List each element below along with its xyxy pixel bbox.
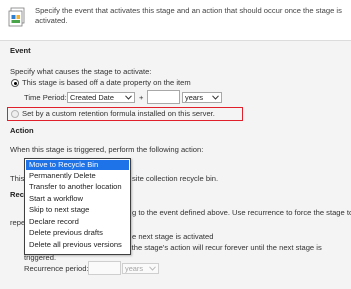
- event-prompt: Specify what causes the stage to activat…: [10, 67, 152, 76]
- plus-sign: +: [139, 93, 144, 102]
- chevron-down-icon: [212, 95, 219, 100]
- recurrence-section-title: Rec: [10, 190, 24, 199]
- date-property-label: This stage is based off a date property …: [22, 78, 191, 87]
- retention-stage-dialog: Specify the event that activates this st…: [0, 0, 351, 289]
- action-prompt: When this stage is triggered, perform th…: [10, 145, 204, 154]
- recurrence-description-cont: repe: [10, 218, 26, 227]
- date-property-radio[interactable]: [11, 79, 19, 87]
- action-section-title: Action: [10, 126, 34, 135]
- custom-formula-label: Set by a custom retention formula instal…: [22, 109, 215, 118]
- action-option[interactable]: Start a workflow: [26, 194, 129, 204]
- recurrence-unit-value: years: [125, 264, 144, 273]
- action-description-start: This: [10, 174, 25, 183]
- recurrence-unit-select[interactable]: years: [122, 263, 159, 274]
- retention-stage-icon: [8, 7, 25, 27]
- action-option[interactable]: Permanently Delete: [26, 171, 129, 181]
- time-period-value: Created Date: [70, 93, 114, 102]
- offset-input[interactable]: [147, 90, 180, 104]
- event-section-title: Event: [10, 46, 31, 55]
- action-option[interactable]: Skip to next stage: [26, 205, 129, 215]
- intro-text: Specify the event that activates this st…: [35, 6, 342, 25]
- offset-unit-value: years: [185, 93, 204, 102]
- action-description-tail: site collection recycle bin.: [132, 174, 219, 183]
- action-option[interactable]: Move to Recycle Bin: [26, 160, 129, 170]
- custom-formula-radio[interactable]: [11, 110, 19, 118]
- dialog-header: Specify the event that activates this st…: [0, 0, 351, 40]
- recurrence-period-input[interactable]: [88, 261, 121, 275]
- action-option[interactable]: Delete all previous versions: [26, 240, 129, 250]
- chevron-down-icon: [125, 95, 132, 100]
- recurrence-checkbox-label: e next stage is activated: [132, 232, 214, 241]
- time-period-select[interactable]: Created Date: [67, 92, 135, 103]
- action-dropdown-list[interactable]: Move to Recycle Bin Permanently Delete T…: [24, 158, 131, 255]
- time-period-label: Time Period:: [24, 93, 67, 102]
- action-option[interactable]: Declare record: [26, 217, 129, 227]
- action-option[interactable]: Transfer to another location: [26, 182, 129, 192]
- action-option[interactable]: Delete previous drafts: [26, 228, 129, 238]
- recurrence-period-label: Recurrence period:: [24, 264, 89, 273]
- chevron-down-icon: [149, 266, 156, 271]
- offset-unit-select[interactable]: years: [182, 92, 222, 103]
- recurrence-description: g to the event defined above. Use recurr…: [132, 208, 351, 217]
